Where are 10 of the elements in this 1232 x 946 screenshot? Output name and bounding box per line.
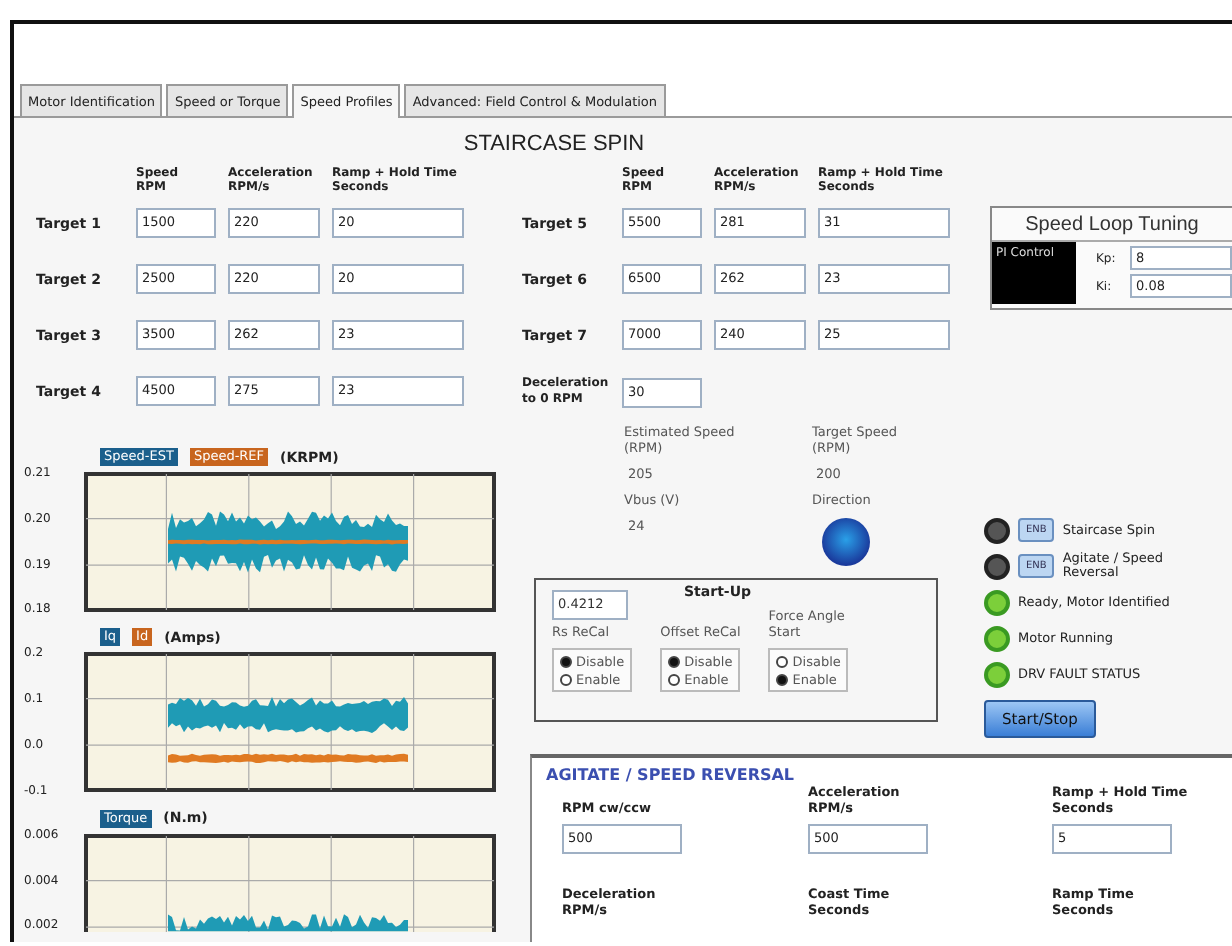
direction-indicator <box>822 518 870 566</box>
radio-button[interactable] <box>668 673 681 685</box>
radio-button[interactable] <box>560 655 572 667</box>
panel-title: Speed Loop Tuning <box>1023 212 1201 240</box>
radio-button[interactable] <box>668 655 681 667</box>
radio-button[interactable] <box>560 673 572 685</box>
radio-button[interactable] <box>776 673 789 685</box>
radio-button[interactable] <box>776 655 789 667</box>
panel-title: AGITATE / SPEED REVERSAL <box>546 766 797 784</box>
section-title: STAIRCASE SPIN <box>463 132 645 156</box>
